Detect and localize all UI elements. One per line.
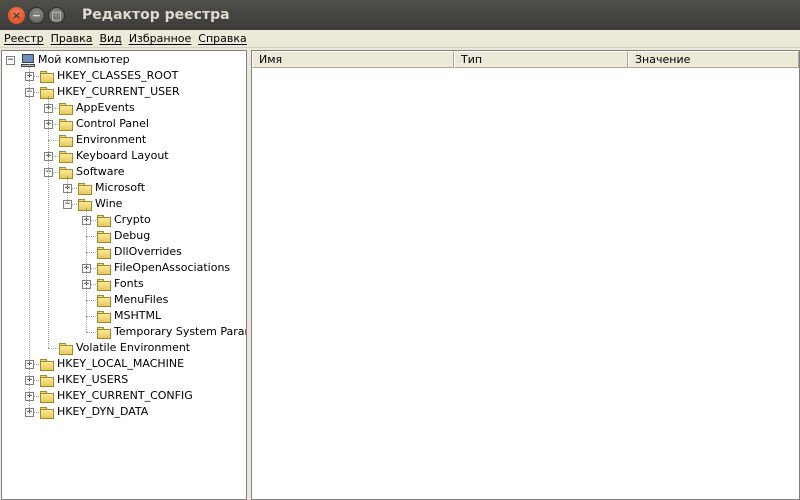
tree-node-label: HKEY_DYN_DATA: [57, 405, 149, 418]
tree-node-label: HKEY_CURRENT_CONFIG: [57, 389, 193, 402]
folder-icon: [58, 342, 74, 355]
folder-icon: [58, 166, 74, 179]
minimize-window-button[interactable]: −: [28, 6, 45, 24]
folder-icon: [77, 182, 93, 195]
tree-node[interactable]: MSHTML: [96, 308, 161, 324]
tree-node[interactable]: Microsoft: [77, 180, 145, 196]
tree-node[interactable]: HKEY_CURRENT_CONFIG: [39, 388, 193, 404]
column-header-type[interactable]: Тип: [454, 51, 628, 68]
tree-node[interactable]: Wine: [77, 196, 122, 212]
folder-icon: [58, 118, 74, 131]
tree-node-label: MSHTML: [114, 309, 162, 322]
title-bar[interactable]: × − □ Редактор реестра: [0, 0, 800, 30]
column-header-name[interactable]: Имя: [252, 51, 454, 68]
tree-guide-line: [29, 64, 30, 412]
folder-icon: [96, 326, 112, 339]
menu-bar: Реестр Правка Вид Избранное Справка: [0, 30, 800, 48]
folder-icon: [39, 86, 55, 99]
tree-node-label: MenuFiles: [114, 293, 169, 306]
menu-help[interactable]: Справка: [194, 32, 249, 45]
tree-node-label: Crypto: [114, 213, 151, 226]
tree-node-label: Control Panel: [76, 117, 149, 130]
tree-node-label: AppEvents: [76, 101, 135, 114]
folder-icon: [39, 374, 55, 387]
tree-node[interactable]: MenuFiles: [96, 292, 168, 308]
tree-node-label: HKEY_CURRENT_USER: [57, 85, 180, 98]
tree-node[interactable]: HKEY_CURRENT_USER: [39, 84, 180, 100]
tree-node-label: HKEY_USERS: [57, 373, 129, 386]
tree-node-label: Wine: [95, 197, 123, 210]
tree-node[interactable]: Keyboard Layout: [58, 148, 169, 164]
close-window-button[interactable]: ×: [8, 6, 25, 24]
tree-node[interactable]: Мой компьютер: [20, 52, 130, 68]
tree-node[interactable]: Fonts: [96, 276, 144, 292]
tree-node[interactable]: FileOpenAssociations: [96, 260, 230, 276]
tree-node-label: HKEY_CLASSES_ROOT: [57, 69, 179, 82]
folder-icon: [39, 390, 55, 403]
tree-node-label: HKEY_LOCAL_MACHINE: [57, 357, 185, 370]
tree-node-label: Fonts: [114, 277, 144, 290]
tree-node[interactable]: DllOverrides: [96, 244, 182, 260]
tree-node-label: Environment: [76, 133, 147, 146]
folder-icon: [39, 70, 55, 83]
folder-icon: [96, 278, 112, 291]
tree-node-label: Debug: [114, 229, 151, 242]
folder-icon: [96, 214, 112, 227]
tree-node-label: Software: [76, 165, 125, 178]
tree-guide-line: [48, 96, 49, 348]
menu-registry[interactable]: Реестр: [0, 32, 47, 45]
maximize-window-button[interactable]: □: [48, 6, 65, 24]
tree-node[interactable]: HKEY_USERS: [39, 372, 128, 388]
tree-node-label: Microsoft: [95, 181, 146, 194]
folder-icon: [58, 102, 74, 115]
computer-icon: [20, 53, 36, 67]
tree-guide-line: [86, 208, 87, 332]
folder-icon: [58, 134, 74, 147]
tree-node[interactable]: HKEY_CLASSES_ROOT: [39, 68, 178, 84]
folder-icon: [96, 310, 112, 323]
tree-node-label: Мой компьютер: [38, 53, 130, 66]
folder-icon: [58, 150, 74, 163]
main-content: − Мой компьютер + HKEY_CLASSES_ROOT − HKEY_CU…: [0, 48, 800, 500]
tree-node-label: Volatile Environment: [76, 341, 191, 354]
folder-icon: [96, 262, 112, 275]
tree-node[interactable]: Environment: [58, 132, 146, 148]
folder-icon: [96, 246, 112, 259]
column-header-value[interactable]: Значение: [628, 51, 799, 68]
menu-edit[interactable]: Правка: [47, 32, 96, 45]
tree-node-label: FileOpenAssociations: [114, 261, 231, 274]
tree-node[interactable]: HKEY_DYN_DATA: [39, 404, 148, 420]
tree-node[interactable]: HKEY_LOCAL_MACHINE: [39, 356, 184, 372]
tree-node-label: DllOverrides: [114, 245, 182, 258]
menu-favorites[interactable]: Избранное: [125, 32, 194, 45]
folder-icon: [96, 294, 112, 307]
tree-node[interactable]: AppEvents: [58, 100, 135, 116]
window-title: Редактор реестра: [82, 7, 230, 23]
menu-view[interactable]: Вид: [96, 32, 125, 45]
column-headers: Имя Тип Значение: [252, 51, 799, 68]
registry-tree-pane[interactable]: − Мой компьютер + HKEY_CLASSES_ROOT − HKEY_CU…: [1, 50, 247, 500]
tree-node-label: Temporary System Paramet: [114, 325, 246, 338]
tree-guide-line: [67, 176, 68, 204]
tree-node[interactable]: Debug: [96, 228, 150, 244]
folder-icon: [77, 198, 93, 211]
folder-icon: [96, 230, 112, 243]
folder-icon: [39, 358, 55, 371]
tree-node[interactable]: Temporary System Paramet: [96, 324, 246, 340]
tree-node-label: Keyboard Layout: [76, 149, 169, 162]
tree-node[interactable]: Volatile Environment: [58, 340, 190, 356]
collapse-icon[interactable]: −: [6, 56, 15, 65]
folder-icon: [39, 406, 55, 419]
values-list-pane[interactable]: Имя Тип Значение: [251, 50, 800, 500]
tree-node[interactable]: Control Panel: [58, 116, 149, 132]
tree-node[interactable]: Crypto: [96, 212, 151, 228]
